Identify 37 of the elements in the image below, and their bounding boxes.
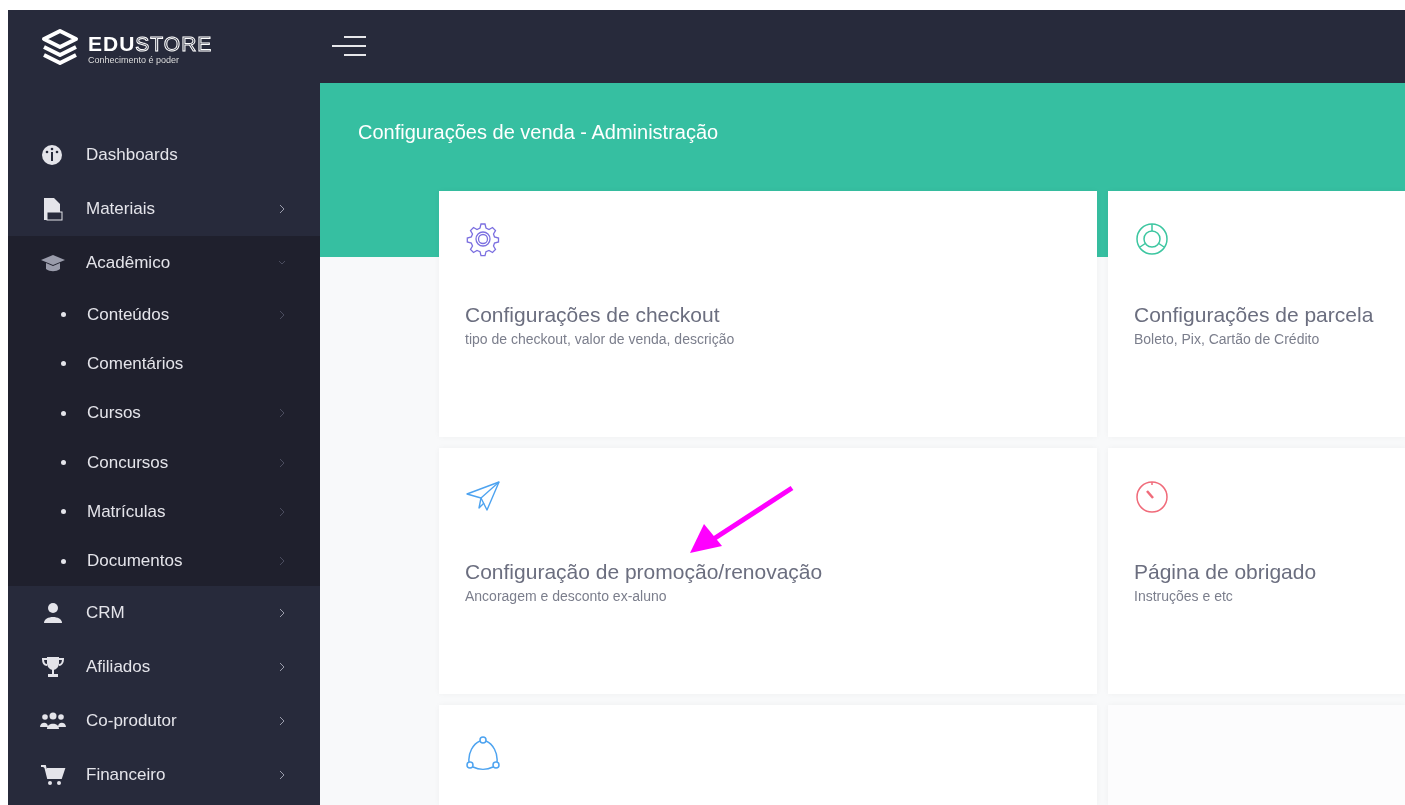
logo-wordmark: EDUSTORE xyxy=(88,33,213,54)
cart-icon xyxy=(40,762,66,787)
sidebar-item[interactable]: Materiais xyxy=(8,182,320,236)
settings-card[interactable]: Configurações de parcela Boleto, Pix, Cartão de Crédito xyxy=(1108,191,1405,437)
settings-card[interactable]: Configurações de checkout tipo de checkout, valor de venda, descrição xyxy=(439,191,1097,437)
logo-tagline: Conhecimento é poder xyxy=(88,56,181,65)
card-title: Configuração de promoção/renovação xyxy=(465,559,824,585)
sidebar-subitem[interactable]: Comentários xyxy=(8,339,320,389)
bullet-icon xyxy=(61,509,66,515)
sidebar-subitem[interactable]: Documentos xyxy=(8,536,320,586)
card-title: Página de obrigado xyxy=(1134,559,1318,585)
card-title: Configurações de checkout xyxy=(465,302,721,328)
bullet-icon xyxy=(61,361,66,367)
settings-card[interactable]: Configuração de promoção/renovação Ancoragem e desconto ex-aluno xyxy=(439,448,1097,694)
card-description: Instruções e etc xyxy=(1134,587,1234,607)
trophy-icon xyxy=(40,654,66,679)
card-title: Configurações de parcela xyxy=(1134,302,1375,328)
menu-icon[interactable] xyxy=(332,34,366,59)
sidebar-subitem[interactable]: Cursos xyxy=(8,388,320,438)
bullet-icon xyxy=(61,312,66,318)
sidebar-item[interactable]: Acadêmico xyxy=(8,236,320,290)
sidebar-subitem[interactable]: Concursos xyxy=(8,437,320,488)
sidebar-item[interactable]: Co-produtor xyxy=(8,693,320,748)
page-title: Configurações de venda - Administração xyxy=(358,119,720,145)
bullet-icon xyxy=(61,460,66,466)
sidebar-item[interactable]: Dashboards xyxy=(8,128,320,182)
sidebar-subitem[interactable]: Conteúdos xyxy=(8,290,320,340)
sidebar-subitem[interactable]: Matrículas xyxy=(8,487,320,537)
card-description: Boleto, Pix, Cartão de Crédito xyxy=(1134,330,1321,350)
card-description: tipo de checkout, valor de venda, descrição xyxy=(465,330,736,350)
sidebar-item[interactable]: CRM xyxy=(8,585,320,640)
bullet-icon xyxy=(61,558,66,564)
bullet-icon xyxy=(61,410,66,416)
sidebar-item[interactable]: Afiliados xyxy=(8,639,320,694)
card-description: Ancoragem e desconto ex-aluno xyxy=(465,587,668,607)
sidebar-item[interactable]: Financeiro xyxy=(8,747,320,802)
settings-card[interactable]: Página de obrigado Instruções e etc xyxy=(1108,448,1405,694)
